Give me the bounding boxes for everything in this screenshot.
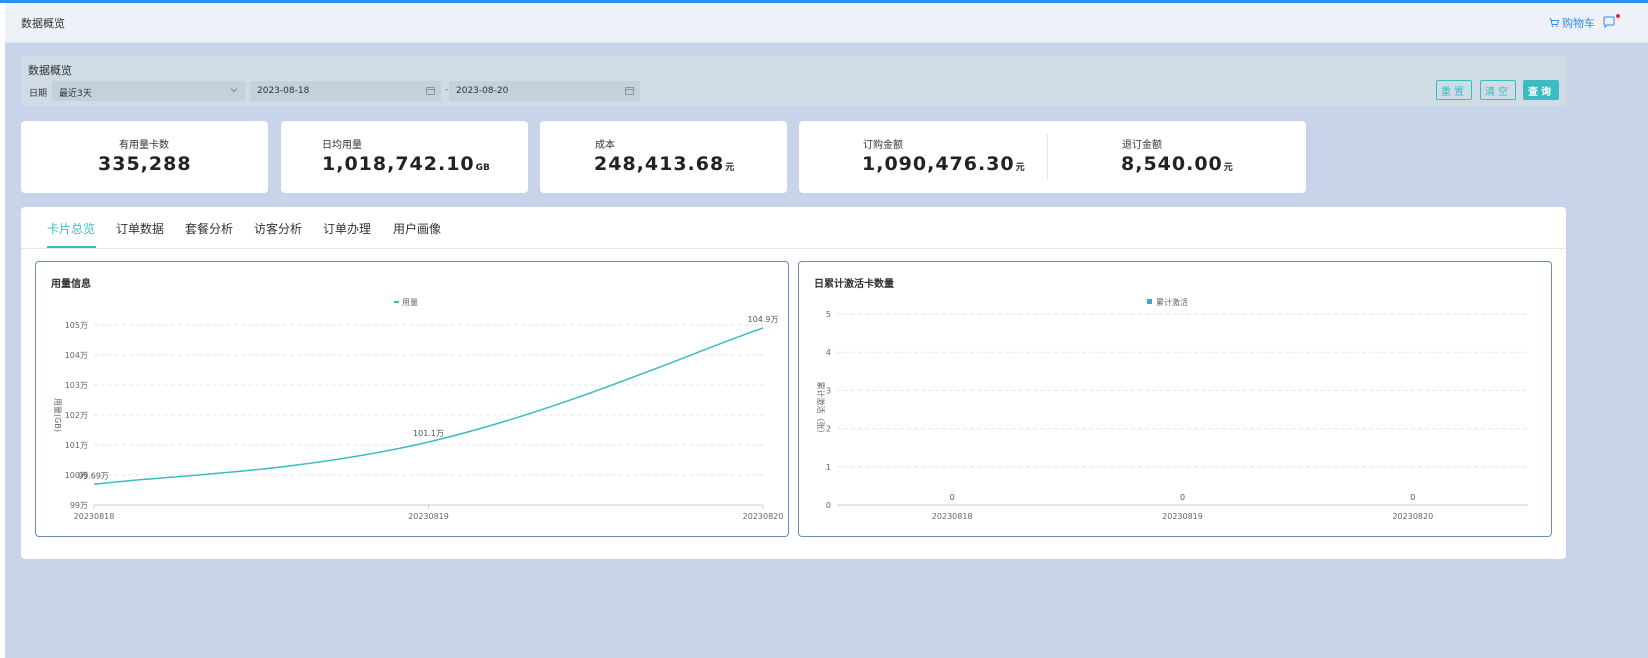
calendar-icon: [625, 87, 634, 95]
y-tick-label: 102万: [65, 411, 88, 420]
active-tab-indicator: [47, 246, 96, 248]
y-tick-label: 101万: [65, 441, 88, 450]
calendar-icon: [426, 87, 435, 95]
y-tick-label: 3: [826, 386, 831, 395]
reset-button[interactable]: 重置: [1436, 80, 1472, 100]
y-tick-label: 2: [826, 425, 831, 434]
stat-label: 日均用量: [322, 140, 362, 151]
y-tick-label: 105万: [65, 321, 88, 330]
tab-package-analysis[interactable]: 套餐分析: [185, 220, 233, 237]
y-tick-label: 5: [826, 310, 831, 319]
main-panel: 卡片总览 订单数据 套餐分析 访客分析 订单办理 用户画像 用量信息 99万 10…: [21, 207, 1566, 559]
legend-label: 累计激活: [1156, 297, 1188, 307]
stat-unit: GB: [475, 163, 490, 173]
stat-value: 1,090,476.30: [862, 153, 1015, 175]
stat-value-wrap: 1,018,742.10GB: [322, 153, 490, 175]
stat-value: 248,413.68: [594, 153, 725, 175]
cart-label: 购物车: [1562, 17, 1595, 30]
legend-label: 用量: [402, 298, 418, 307]
stat-card-daily-usage: 日均用量 1,018,742.10GB: [281, 121, 528, 193]
usage-line-chart: 99万100万101万102万103万104万105万20230818 20230…: [53, 298, 784, 521]
end-date-value: 2023-08-20: [456, 86, 509, 96]
stat-label: 成本: [595, 140, 615, 151]
tab-bar: 卡片总览 订单数据 套餐分析 访客分析 订单办理 用户画像: [21, 207, 1566, 249]
x-tick-label: 20230820: [743, 512, 784, 521]
data-label: 0: [950, 493, 955, 502]
divider: [1047, 134, 1048, 180]
data-label: 0: [1410, 493, 1415, 502]
stat-unit: 元: [1015, 163, 1025, 173]
stat-value: 1,018,742.10: [322, 153, 475, 175]
x-tick-label: 20230820: [1392, 512, 1433, 521]
data-label: 0: [1180, 493, 1185, 502]
start-date-value: 2023-08-18: [257, 86, 310, 96]
usage-chart-panel: 用量信息 99万 100万 101万 102万 103万 104万 105万 20230818…: [35, 261, 789, 537]
stat-value: 335,288: [98, 153, 192, 175]
stat-card-cost: 成本 248,413.68元: [540, 121, 787, 193]
start-date-input[interactable]: 2023-08-18: [250, 81, 441, 101]
stat-value-wrap: 248,413.68元: [594, 153, 734, 175]
data-label: 99.69万: [78, 471, 109, 480]
notification-dot: [1616, 14, 1620, 18]
stat-value-wrap: 1,090,476.30元: [862, 153, 1025, 175]
top-bar: 数据概览 购物车: [5, 3, 1648, 43]
filter-title: 数据概览: [28, 64, 72, 77]
y-tick-label: 104万: [65, 351, 88, 360]
chevron-down-icon: [230, 88, 238, 93]
tab-user-profile[interactable]: 用户画像: [393, 220, 441, 237]
x-tick-label: 20230818: [74, 512, 115, 521]
date-range-select[interactable]: 最近3天: [52, 81, 245, 101]
stat-value: 8,540.00: [1121, 153, 1223, 175]
filter-panel: 数据概览 日期 最近3天 2023-08-18 - 2023-08-20 重置 …: [21, 56, 1566, 106]
series-line: [93, 327, 764, 486]
stat-label: 有用量卡数: [119, 140, 169, 151]
date-label: 日期: [29, 89, 48, 99]
date-range-value: 最近3天: [59, 89, 92, 99]
x-tick-label: 20230819: [1162, 512, 1203, 521]
stat-card-orders: 订购金额 1,090,476.30元 退订金额 8,540.00元: [799, 121, 1306, 193]
date-separator: -: [445, 85, 449, 95]
stat-label: 订购金额: [863, 140, 903, 151]
cart-icon: [1549, 18, 1559, 28]
page-background: [5, 559, 1648, 658]
end-date-input[interactable]: 2023-08-20: [449, 81, 640, 101]
tab-card-overview[interactable]: 卡片总览: [47, 220, 95, 237]
stat-unit: 元: [725, 163, 735, 173]
stat-card-cards: 有用量卡数 335,288: [21, 121, 268, 193]
query-button[interactable]: 查询: [1523, 80, 1559, 100]
breadcrumb: 数据概览: [21, 17, 65, 30]
x-tick-label: 20230819: [408, 512, 449, 521]
tab-visitor-analysis[interactable]: 访客分析: [254, 220, 302, 237]
y-axis-label: 累计激活（张）: [816, 382, 826, 438]
data-label: 101.1万: [413, 429, 444, 438]
y-tick-label: 103万: [65, 381, 88, 390]
stat-value-wrap: 8,540.00元: [1121, 153, 1233, 175]
y-tick-label: 1: [826, 463, 831, 472]
cart-link[interactable]: 购物车: [1549, 15, 1595, 31]
clear-button[interactable]: 清空: [1480, 80, 1516, 100]
y-axis-label: 用量(GB): [53, 398, 62, 432]
message-icon[interactable]: [1602, 15, 1616, 29]
y-tick-label: 0: [826, 501, 831, 510]
stat-unit: 元: [1223, 163, 1233, 173]
tab-order-data[interactable]: 订单数据: [116, 220, 164, 237]
data-label: 104.9万: [748, 315, 779, 324]
stat-label: 退订金额: [1122, 140, 1162, 151]
activation-chart-panel: 日累计激活卡数量 0 1 2 3 4 5 20230818 0 20230819 0 2023082…: [798, 261, 1552, 537]
legend-swatch: [1147, 299, 1152, 304]
activation-bar-chart: 0 1 2 3 4 5 20230818 0 20230819 0 20230820 0 累计激活（张）…: [816, 297, 1528, 521]
x-tick-label: 20230818: [932, 512, 973, 521]
y-tick-label: 4: [826, 348, 831, 357]
y-tick-label: 99万: [70, 501, 88, 510]
tab-order-handling[interactable]: 订单办理: [323, 220, 371, 237]
